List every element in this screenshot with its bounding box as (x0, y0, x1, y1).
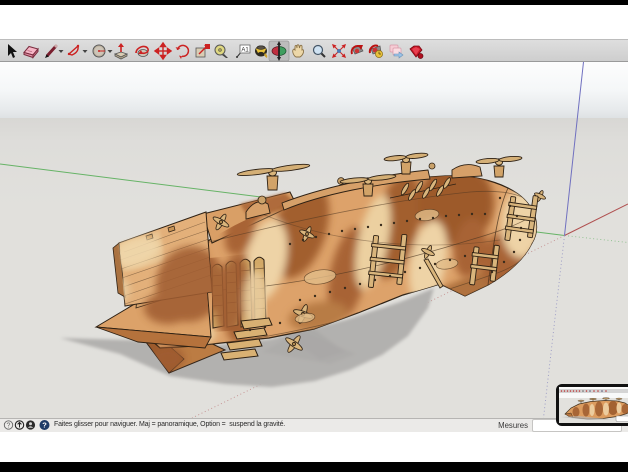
svg-text:?: ? (42, 421, 47, 430)
svg-text:A1: A1 (241, 48, 249, 54)
svg-text:?: ? (7, 423, 11, 430)
